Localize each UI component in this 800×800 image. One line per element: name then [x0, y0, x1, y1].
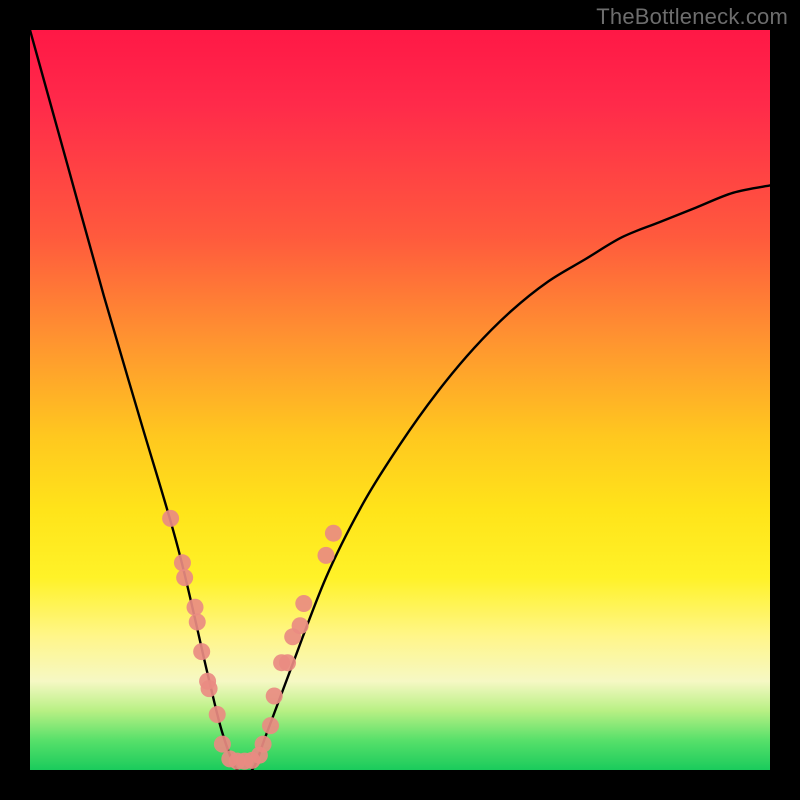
watermark-text: TheBottleneck.com	[596, 4, 788, 30]
plot-area	[30, 30, 770, 770]
chart-frame: TheBottleneck.com	[0, 0, 800, 800]
marker-dot	[174, 554, 191, 571]
bottleneck-curve	[30, 30, 770, 770]
marker-dot	[295, 595, 312, 612]
marker-dot	[176, 569, 193, 586]
marker-dot	[187, 599, 204, 616]
marker-dot	[318, 547, 335, 564]
marker-dot	[201, 680, 218, 697]
marker-dot	[325, 525, 342, 542]
marker-dot	[279, 654, 296, 671]
marker-dot	[214, 736, 231, 753]
marker-dot	[162, 510, 179, 527]
marker-dot	[255, 736, 272, 753]
marker-dot	[193, 643, 210, 660]
marker-dot	[262, 717, 279, 734]
marker-dot	[292, 617, 309, 634]
marker-dot	[209, 706, 226, 723]
marker-dot	[189, 614, 206, 631]
curve-markers	[162, 510, 342, 770]
curve-layer	[30, 30, 770, 770]
marker-dot	[266, 688, 283, 705]
